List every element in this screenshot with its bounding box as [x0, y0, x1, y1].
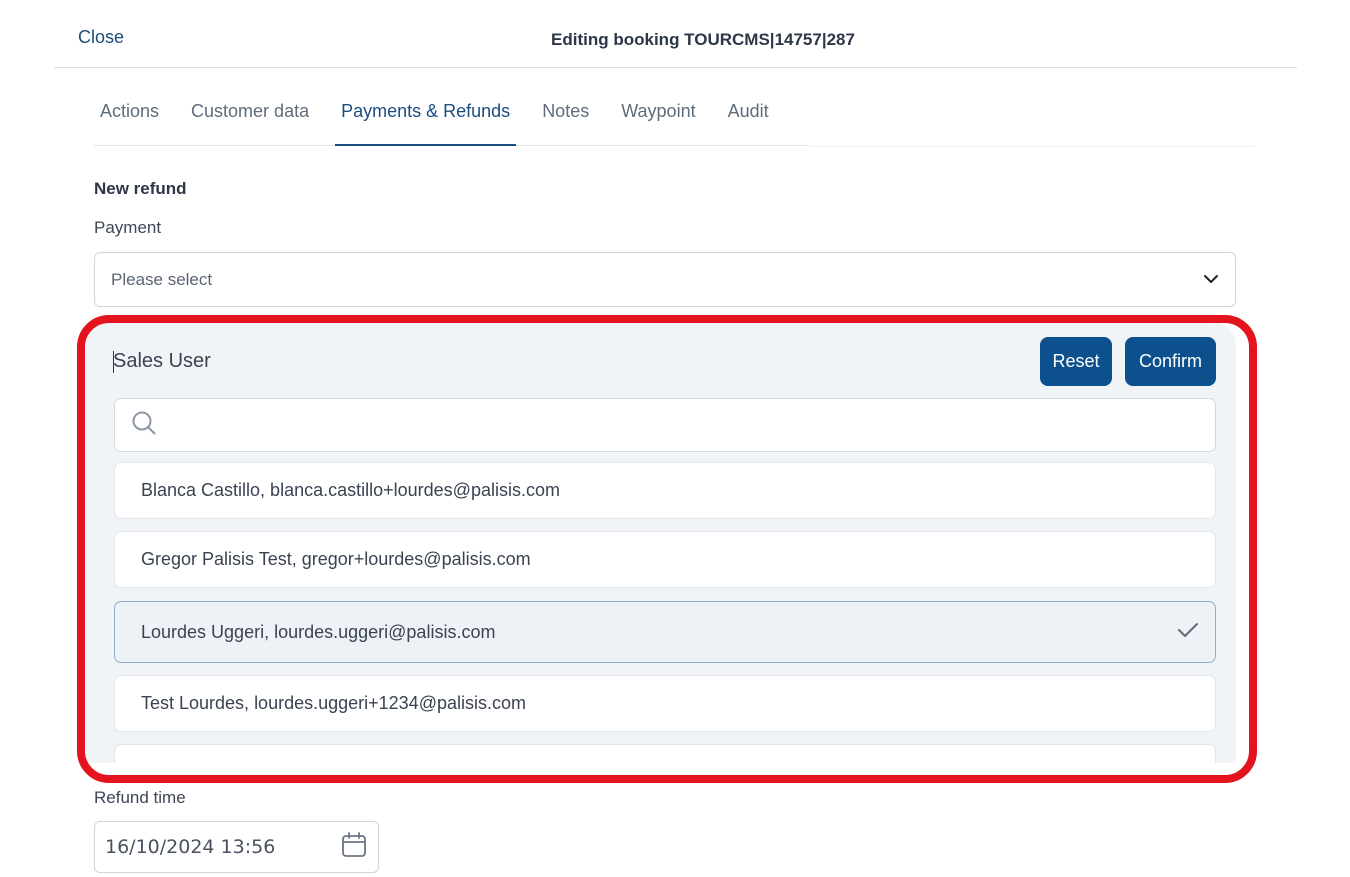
tab-waypoint[interactable]: Waypoint — [615, 88, 701, 146]
tab-audit[interactable]: Audit — [722, 88, 775, 146]
tab-actions[interactable]: Actions — [94, 88, 165, 146]
refund-time-label: Refund time — [94, 788, 186, 807]
section-title: New refund — [94, 179, 187, 198]
tab-bar: Actions Customer data Payments & Refunds… — [94, 88, 810, 146]
chevron-down-icon — [1203, 271, 1219, 289]
payment-select-placeholder: Please select — [111, 269, 213, 289]
tab-payments-refunds[interactable]: Payments & Refunds — [335, 88, 517, 146]
header-divider — [54, 67, 1297, 68]
refund-time-value: 16/10/2024 13:56 — [105, 836, 276, 858]
dialog-title: Editing booking TOURCMS|14757|287 — [551, 30, 855, 49]
calendar-icon[interactable] — [340, 831, 368, 864]
tabs-divider — [810, 146, 1255, 147]
tab-notes[interactable]: Notes — [536, 88, 595, 146]
payment-label: Payment — [94, 218, 162, 237]
payment-select[interactable]: Please select — [94, 252, 1236, 307]
refund-time-field[interactable]: 16/10/2024 13:56 — [94, 821, 379, 873]
tab-customer-data[interactable]: Customer data — [185, 88, 315, 146]
highlight-outline — [77, 315, 1257, 783]
